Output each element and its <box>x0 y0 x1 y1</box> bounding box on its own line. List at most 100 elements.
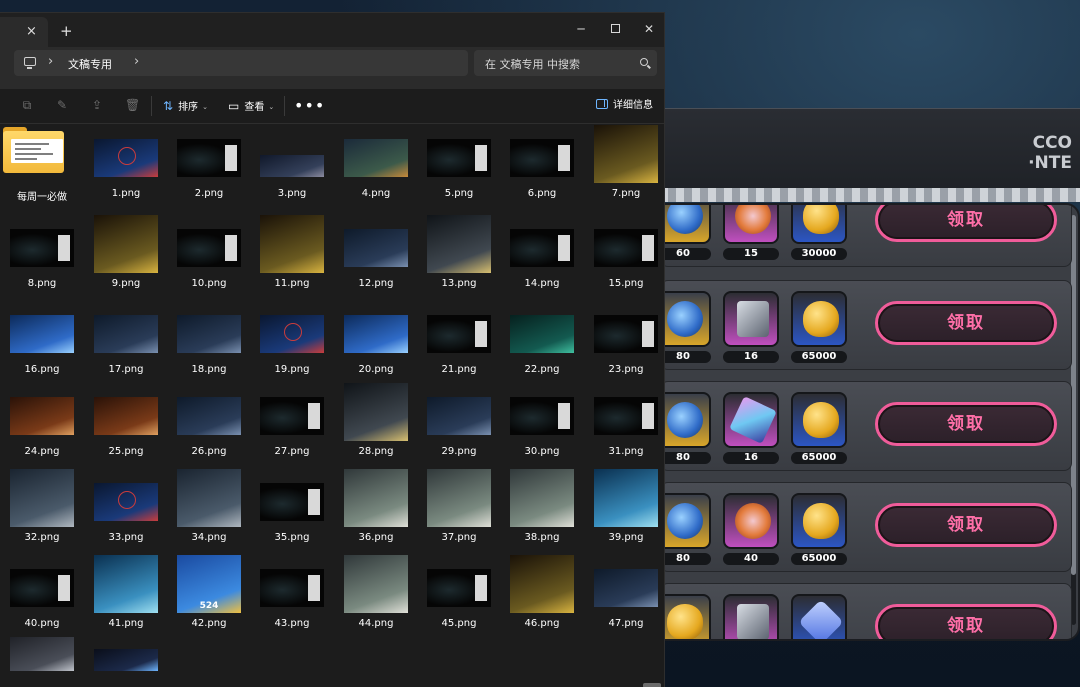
image-thumbnail[interactable] <box>417 125 501 189</box>
file-item[interactable]: 524 42.png <box>167 555 251 639</box>
file-item[interactable]: 20.png <box>334 301 418 385</box>
file-item[interactable]: 31.png <box>584 383 664 467</box>
breadcrumb-separator[interactable]: › <box>48 54 53 69</box>
image-thumbnail[interactable] <box>334 555 418 619</box>
image-thumbnail[interactable]: 524 <box>167 555 251 619</box>
sort-button[interactable]: ⇅ 排序 ⌄ <box>163 97 208 115</box>
image-thumbnail[interactable] <box>500 383 584 447</box>
file-item[interactable]: 5.png <box>417 125 501 209</box>
file-item[interactable]: 19.png <box>250 301 334 385</box>
file-item[interactable]: 6.png <box>500 125 584 209</box>
file-item[interactable]: 7.png <box>584 125 664 209</box>
file-item[interactable]: 17.png <box>84 301 168 385</box>
close-window-button[interactable]: ✕ <box>634 18 664 40</box>
image-thumbnail[interactable] <box>584 555 664 619</box>
image-thumbnail[interactable] <box>167 469 251 533</box>
file-item[interactable]: 48.png <box>0 637 84 687</box>
address-bar[interactable]: › 文稿专用 › <box>14 50 468 76</box>
claim-button[interactable]: 领取 <box>875 503 1057 547</box>
delete-icon[interactable]: 🗑 <box>125 98 140 112</box>
image-thumbnail[interactable] <box>584 469 664 533</box>
crystal-icon[interactable] <box>723 392 779 448</box>
image-thumbnail[interactable] <box>167 215 251 279</box>
file-item[interactable]: 43.png <box>250 555 334 639</box>
maximize-button[interactable] <box>600 18 630 40</box>
image-thumbnail[interactable] <box>0 301 84 365</box>
file-item[interactable]: 39.png <box>584 469 664 553</box>
image-thumbnail[interactable] <box>0 555 84 619</box>
horizontal-scrollbar-thumb[interactable] <box>643 683 661 687</box>
view-button[interactable]: ▭ 查看 ⌄ <box>228 97 274 115</box>
file-item[interactable]: 24.png <box>0 383 84 467</box>
claim-button[interactable]: 领取 <box>875 402 1057 446</box>
file-item[interactable]: 25.png <box>84 383 168 467</box>
image-thumbnail[interactable] <box>250 215 334 279</box>
rename-icon[interactable]: ✎ <box>55 98 69 112</box>
image-thumbnail[interactable] <box>0 383 84 447</box>
file-item[interactable]: 40.png <box>0 555 84 639</box>
egg-icon[interactable] <box>791 205 847 244</box>
image-thumbnail[interactable] <box>0 215 84 279</box>
file-item[interactable]: 4.png <box>334 125 418 209</box>
file-item[interactable]: 21.png <box>417 301 501 385</box>
gem-icon[interactable] <box>791 594 847 639</box>
image-thumbnail[interactable] <box>417 215 501 279</box>
file-item[interactable]: 29.png <box>417 383 501 467</box>
file-item[interactable]: 32.png <box>0 469 84 553</box>
image-thumbnail[interactable] <box>417 383 501 447</box>
file-item[interactable]: 27.png <box>250 383 334 467</box>
image-thumbnail[interactable] <box>417 469 501 533</box>
this-pc-icon[interactable] <box>24 57 36 69</box>
egg-icon[interactable] <box>791 493 847 549</box>
image-thumbnail[interactable] <box>84 637 168 687</box>
file-item[interactable]: 45.png <box>417 555 501 639</box>
file-item[interactable]: 44.png <box>334 555 418 639</box>
file-item[interactable]: 34.png <box>167 469 251 553</box>
explorer-tab[interactable]: × <box>0 17 48 47</box>
minimize-button[interactable]: ─ <box>566 18 596 40</box>
image-thumbnail[interactable] <box>500 301 584 365</box>
image-thumbnail[interactable] <box>500 469 584 533</box>
breadcrumb-folder[interactable]: 文稿专用 <box>68 56 112 72</box>
image-thumbnail[interactable] <box>334 125 418 189</box>
more-options-button[interactable]: ••• <box>294 96 325 115</box>
image-thumbnail[interactable] <box>584 215 664 279</box>
file-item[interactable]: 14.png <box>500 215 584 299</box>
egg-icon[interactable] <box>791 392 847 448</box>
file-item[interactable]: 1.png <box>84 125 168 209</box>
card-icon[interactable] <box>723 594 779 639</box>
image-thumbnail[interactable] <box>584 301 664 365</box>
image-thumbnail[interactable] <box>334 301 418 365</box>
file-item[interactable]: 23.png <box>584 301 664 385</box>
image-thumbnail[interactable] <box>500 125 584 189</box>
breadcrumb-separator[interactable]: › <box>134 54 139 69</box>
image-thumbnail[interactable] <box>84 383 168 447</box>
image-thumbnail[interactable] <box>250 125 334 189</box>
tab-close-icon[interactable]: × <box>26 24 37 39</box>
file-item[interactable]: 26.png <box>167 383 251 467</box>
file-item[interactable]: 33.png <box>84 469 168 553</box>
card-icon[interactable] <box>723 291 779 347</box>
medal-icon[interactable] <box>723 205 779 244</box>
details-pane-button[interactable]: 详细信息 <box>596 97 653 115</box>
image-thumbnail[interactable] <box>84 215 168 279</box>
search-icon[interactable] <box>640 58 648 66</box>
file-item[interactable]: 10.png <box>167 215 251 299</box>
file-item[interactable]: 13.png <box>417 215 501 299</box>
folder-item[interactable]: 每周一必做 <box>0 125 84 209</box>
file-item[interactable]: 22.png <box>500 301 584 385</box>
medal-icon[interactable] <box>723 493 779 549</box>
file-item[interactable]: 47.png <box>584 555 664 639</box>
image-thumbnail[interactable] <box>417 301 501 365</box>
file-item[interactable]: 15.png <box>584 215 664 299</box>
file-item[interactable]: 46.png <box>500 555 584 639</box>
image-thumbnail[interactable] <box>167 383 251 447</box>
file-item[interactable]: 16.png <box>0 301 84 385</box>
file-item[interactable]: 11.png <box>250 215 334 299</box>
image-thumbnail[interactable] <box>250 383 334 447</box>
file-item[interactable]: 3.png <box>250 125 334 209</box>
image-thumbnail[interactable] <box>417 555 501 619</box>
file-item[interactable]: 41.png <box>84 555 168 639</box>
image-thumbnail[interactable] <box>334 469 418 533</box>
image-thumbnail[interactable] <box>167 125 251 189</box>
